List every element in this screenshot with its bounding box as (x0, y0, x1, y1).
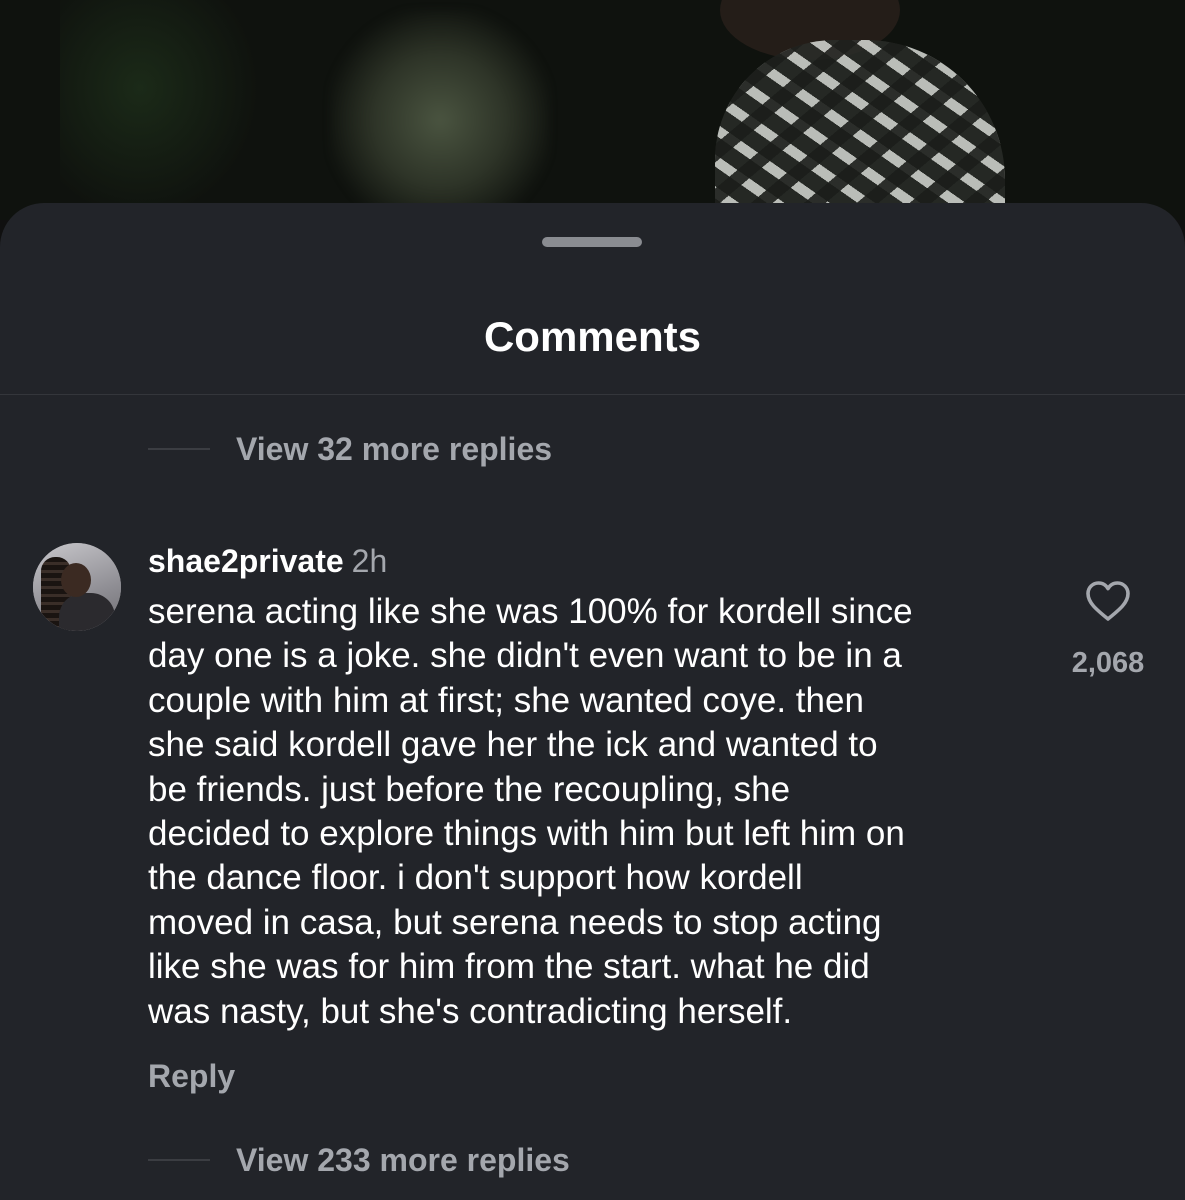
thread-line (148, 448, 210, 450)
heart-icon[interactable] (1085, 580, 1131, 622)
thread-line (148, 1159, 210, 1161)
comment-header: shae2private 2h (148, 540, 387, 582)
comment-line: the dance floor. i don't support how kor… (148, 858, 803, 898)
comment-line: like she was for him from the start. wha… (148, 947, 870, 987)
comments-sheet: Comments View 32 more replies shae2priva… (0, 203, 1185, 1200)
video-blur-shape (60, 0, 260, 220)
view-more-replies-label: View 32 more replies (236, 430, 553, 467)
video-background[interactable] (0, 0, 1185, 220)
view-more-replies-top[interactable]: View 32 more replies (148, 429, 552, 469)
video-person-shirt (715, 40, 1005, 220)
comment-line: couple with him at first; she wanted coy… (148, 680, 864, 720)
comment-line: day one is a joke. she didn't even want … (148, 636, 902, 676)
header-divider (0, 394, 1185, 395)
comment-body: serena acting like she was 100% for kord… (148, 590, 1048, 1034)
sheet-title: Comments (483, 313, 702, 360)
like-count: 2,068 (1071, 647, 1145, 679)
comment-line: she said kordell gave her the ick and wa… (148, 725, 878, 765)
app-screen: Comments View 32 more replies shae2priva… (0, 0, 1185, 1200)
avatar[interactable] (33, 543, 121, 631)
view-more-replies-bottom[interactable]: View 233 more replies (148, 1140, 570, 1180)
sheet-grabber-handle[interactable] (542, 237, 642, 247)
view-more-replies-label: View 233 more replies (236, 1141, 570, 1178)
comment-timestamp: 2h (351, 543, 388, 579)
comment-line: was nasty, but she's contradicting herse… (148, 991, 793, 1031)
comment-line: moved in casa, but serena needs to stop … (148, 902, 882, 942)
comment-line: be friends. just before the recoupling, … (148, 769, 791, 809)
comment-username[interactable]: shae2private (148, 543, 344, 579)
comment-line: serena acting like she was 100% for kord… (148, 592, 913, 631)
comment-line: decided to explore things with him but l… (148, 814, 905, 854)
reply-button[interactable]: Reply (148, 1055, 235, 1097)
like-control: 2,068 (1060, 580, 1156, 680)
video-blur-figure (330, 10, 550, 210)
